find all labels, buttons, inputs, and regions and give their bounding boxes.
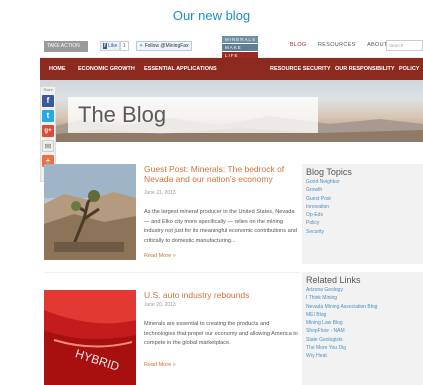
related-link[interactable]: Mining Law Blog (306, 319, 423, 327)
hero-banner: The Blog (40, 80, 423, 142)
topic-link[interactable]: Innovation (306, 203, 423, 211)
twitter-share-icon[interactable]: t (42, 110, 54, 122)
related-link[interactable]: I Think Mining (306, 294, 423, 302)
nav-policy[interactable]: POLICY (399, 66, 419, 72)
related-links-panel: Related Links Arizona Geology I Think Mi… (302, 272, 423, 385)
twitter-follow-label: Follow @MiningFax (144, 43, 189, 49)
main-nav: HOME ECONOMIC GROWTH ESSENTIAL APPLICATI… (40, 58, 423, 80)
nav-our-responsibility[interactable]: OUR RESPONSIBILITY (335, 66, 395, 72)
website-screenshot: TAKE ACTION f Like 1 ✦ Follow @MiningFax… (40, 34, 423, 385)
post-excerpt: Minerals are essential to creating the p… (144, 321, 298, 347)
facebook-like-count: 1 (120, 41, 129, 51)
related-links-heading: Related Links (306, 275, 361, 285)
blog-post: HYBRID U.S. auto industry rebounds June … (44, 290, 304, 385)
top-nav: BLOG RESOURCES ABOUT (290, 42, 398, 48)
topic-link[interactable]: Guest Post (306, 195, 423, 203)
post-title[interactable]: U.S. auto industry rebounds (144, 290, 304, 300)
related-link[interactable]: MEI Blog (306, 311, 423, 319)
read-more-link[interactable]: Read More » (144, 362, 176, 368)
share-label: Share (43, 88, 53, 92)
post-date: June 20, 2013 (144, 302, 176, 308)
nav-resource-security[interactable]: RESOURCE SECURITY (270, 66, 331, 72)
post-divider (44, 272, 300, 273)
search-input[interactable]: Search (386, 40, 423, 51)
post-thumbnail-desert-tree[interactable] (44, 164, 136, 260)
facebook-like-button[interactable]: f Like (100, 41, 121, 51)
take-action-button[interactable]: TAKE ACTION (44, 41, 88, 52)
related-link[interactable]: ShopFloor - NAM (306, 327, 423, 335)
google-plus-share-icon[interactable]: g+ (42, 125, 54, 137)
topic-link[interactable]: Good Neighbor (306, 178, 423, 186)
twitter-follow-button[interactable]: ✦ Follow @MiningFax (136, 41, 192, 51)
topic-link[interactable]: Security (306, 228, 423, 236)
email-share-icon[interactable]: ✉ (42, 140, 54, 152)
twitter-bird-icon: ✦ (139, 43, 144, 49)
related-link[interactable]: State Geologists (306, 336, 423, 344)
top-nav-about[interactable]: ABOUT (367, 42, 387, 48)
facebook-like-label: Like (108, 43, 118, 49)
topic-link[interactable]: Op-Eds (306, 211, 423, 219)
blog-topics-panel: Blog Topics Good Neighbor Growth Guest P… (302, 164, 423, 264)
nav-essential-applications[interactable]: ESSENTIAL APPLICATIONS (144, 66, 217, 72)
page-title: The Blog (68, 97, 318, 133)
related-link[interactable]: Nevada Mining Association Blog (306, 303, 423, 311)
nav-economic-growth[interactable]: ECONOMIC GROWTH (78, 66, 135, 72)
related-link[interactable]: The More You Dig (306, 344, 423, 352)
post-thumbnail-hybrid-car[interactable]: HYBRID (44, 290, 136, 385)
topic-link[interactable]: Policy (306, 219, 423, 227)
nav-home[interactable]: HOME (49, 66, 66, 72)
facebook-share-icon[interactable]: f (42, 95, 54, 107)
related-links-list: Arizona Geology I Think Mining Nevada Mi… (302, 286, 423, 361)
top-nav-blog[interactable]: BLOG (290, 42, 306, 48)
utility-bar: TAKE ACTION f Like 1 ✦ Follow @MiningFax… (40, 34, 423, 60)
top-nav-resources[interactable]: RESOURCES (318, 42, 356, 48)
facebook-icon: f (103, 43, 107, 49)
post-title[interactable]: Guest Post: Minerals: The bedrock of Nev… (144, 164, 304, 184)
blog-topics-heading: Blog Topics (306, 167, 352, 177)
logo-line-minerals: MINERALS (222, 36, 258, 43)
blog-post: Guest Post: Minerals: The bedrock of Nev… (44, 164, 304, 264)
site-logo[interactable]: MINERALS MAKE LIFE (222, 36, 258, 60)
read-more-link[interactable]: Read More » (144, 253, 176, 259)
post-excerpt: As the largest mineral producer in the U… (144, 209, 297, 244)
related-link[interactable]: Wry Heat (306, 352, 423, 360)
related-link[interactable]: Arizona Geology (306, 286, 423, 294)
page-caption: Our new blog (172, 8, 251, 23)
post-date: June 21, 2013 (144, 190, 176, 196)
blog-topics-list: Good Neighbor Growth Guest Post Innovati… (302, 178, 423, 236)
logo-line-make: MAKE (222, 44, 258, 51)
topic-link[interactable]: Growth (306, 186, 423, 194)
